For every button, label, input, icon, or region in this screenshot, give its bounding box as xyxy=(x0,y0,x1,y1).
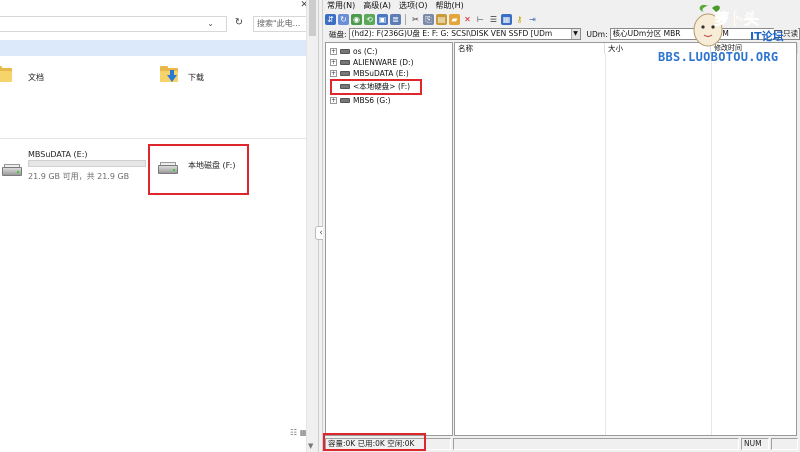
delete-icon[interactable]: ✕ xyxy=(462,14,473,25)
chevron-down-icon[interactable]: ▼ xyxy=(570,29,580,39)
menu-common[interactable]: 常用(N) xyxy=(327,0,355,11)
window-icon[interactable]: ▣ xyxy=(377,13,388,25)
view-toggle-icons[interactable]: ☷ ▦ xyxy=(290,428,307,437)
address-row: ⌄ ↻ 搜索"此电... ⌕ xyxy=(0,14,318,32)
tree-item-g[interactable]: + MBS6 (G:) xyxy=(330,95,391,106)
refresh-icon[interactable]: ↻ xyxy=(232,16,246,30)
address-bar[interactable]: ⌄ xyxy=(0,16,227,32)
drive-icon[interactable] xyxy=(2,164,22,176)
drive-icon xyxy=(340,49,350,54)
highlight-box xyxy=(323,433,426,451)
grid-icon[interactable]: ▦ xyxy=(501,13,512,25)
drive-name-e[interactable]: MBSuDATA (E:) xyxy=(28,150,88,159)
menu-bar: 常用(N) 高级(A) 选项(O) 帮助(H) xyxy=(323,0,800,11)
drive-icon xyxy=(340,71,350,76)
column-header-modified[interactable]: 修改时间 xyxy=(711,43,798,54)
tree-item-label: os (C:) xyxy=(353,47,378,56)
new-folder-icon[interactable]: ▰ xyxy=(449,13,460,25)
disk-icon[interactable]: ⇵ xyxy=(325,13,336,25)
paste-icon[interactable]: ▤ xyxy=(436,13,447,25)
menu-options[interactable]: 选项(O) xyxy=(399,0,428,11)
udm-combobox-value: 核心UDm分区 MBR xyxy=(612,29,681,38)
expand-icon[interactable]: + xyxy=(330,70,337,77)
udm-label: UDm: xyxy=(586,29,608,39)
toolbar: ⇵ ↻ ◉ ⟲ ▣ ≣ ✂ ⎘ ▤ ▰ ✕ ⊢ ☰ ▦ ⚷ ⇥ xyxy=(323,11,800,27)
expand-icon[interactable]: + xyxy=(330,97,337,104)
status-bar: 容量:0K 已用:0K 空闲:0K NUM xyxy=(323,433,800,452)
documents-folder-icon[interactable] xyxy=(0,66,12,82)
highlight-box xyxy=(148,144,249,195)
readonly-toggle[interactable]: 只读 xyxy=(774,28,798,39)
drive-space-e: 21.9 GB 可用，共 21.9 GB xyxy=(28,172,130,181)
tree-item-e[interactable]: + MBSuDATA (E:) xyxy=(330,68,409,79)
tool-icon[interactable]: ◉ xyxy=(351,13,362,25)
cut-icon[interactable]: ✂ xyxy=(410,14,421,25)
drive-tree[interactable]: + os (C:) + ALIENWARE (D:) + MBSuDATA (E… xyxy=(325,42,453,436)
disk-tool-window: 常用(N) 高级(A) 选项(O) 帮助(H) ⇵ ↻ ◉ ⟲ ▣ ≣ ✂ ⎘ … xyxy=(323,0,800,452)
status-empty xyxy=(453,438,739,450)
file-list[interactable]: 名称 大小 修改时间 xyxy=(454,42,798,436)
menu-help[interactable]: 帮助(H) xyxy=(436,0,464,11)
selection-highlight xyxy=(0,40,306,56)
tree-item-label: MBSuDATA (E:) xyxy=(353,69,409,78)
readonly-label: 只读 xyxy=(783,29,798,38)
column-header-size[interactable]: 大小 xyxy=(605,43,711,54)
folder-label-documents[interactable]: 文档 xyxy=(28,72,44,83)
toolbar-separator xyxy=(405,13,406,25)
disk-label: 磁盘: xyxy=(329,29,347,39)
search-placeholder: 搜索"此电... xyxy=(257,19,301,28)
expand-icon[interactable]: + xyxy=(330,59,337,66)
column-divider xyxy=(711,54,712,435)
disk-combobox-value: (hd2): F(236G)U盘 E: F: G: SCSI\DISK VEN … xyxy=(351,29,553,38)
drive-icon xyxy=(340,98,350,103)
udm-combobox-tail: 48M xyxy=(712,29,729,38)
tree-item-label: ALIENWARE (D:) xyxy=(353,58,414,67)
export-icon[interactable]: ⇥ xyxy=(527,14,538,25)
tree-item-c[interactable]: + os (C:) xyxy=(330,46,378,57)
scroll-down-icon[interactable]: ▼ xyxy=(308,442,313,450)
refresh-icon[interactable]: ↻ xyxy=(338,13,349,25)
chevron-down-icon[interactable]: ⌄ xyxy=(207,19,214,28)
tree-item-label: MBS6 (G:) xyxy=(353,96,391,105)
status-num: NUM xyxy=(741,438,769,450)
folder-label-downloads[interactable]: 下载 xyxy=(188,72,204,83)
properties-icon[interactable]: ≣ xyxy=(390,13,401,25)
readonly-checkbox[interactable] xyxy=(774,29,782,38)
tree-item-d[interactable]: + ALIENWARE (D:) xyxy=(330,57,414,68)
scrollbar-thumb[interactable] xyxy=(309,0,316,36)
recover-icon[interactable]: ⟲ xyxy=(364,13,375,25)
column-header-name[interactable]: 名称 xyxy=(455,43,605,54)
disk-selector-row: 磁盘: (hd2): F(236G)U盘 E: F: G: SCSI\DISK … xyxy=(323,27,800,41)
disk-combobox[interactable]: (hd2): F(236G)U盘 E: F: G: SCSI\DISK VEN … xyxy=(348,28,581,40)
section-divider xyxy=(0,138,306,139)
capacity-bar xyxy=(28,160,146,167)
status-extra xyxy=(771,438,798,450)
expand-icon[interactable]: + xyxy=(330,48,337,55)
column-divider xyxy=(605,54,606,435)
list-icon[interactable]: ☰ xyxy=(488,14,499,25)
drive-icon xyxy=(340,60,350,65)
downloads-folder-icon[interactable] xyxy=(160,66,178,82)
tree-icon[interactable]: ⊢ xyxy=(475,14,486,25)
udm-combobox[interactable]: 核心UDm分区 MBR 48M xyxy=(609,28,800,40)
title-bar: ✕ xyxy=(0,0,318,12)
explorer-window: ✕ ⌄ ↻ 搜索"此电... ⌕ 文档 下载 MBSuDATA (E:) 21.… xyxy=(0,0,318,452)
key-icon[interactable]: ⚷ xyxy=(514,14,525,25)
highlight-box xyxy=(330,79,422,95)
copy-icon[interactable]: ⎘ xyxy=(423,13,434,25)
menu-advanced[interactable]: 高级(A) xyxy=(363,0,391,11)
